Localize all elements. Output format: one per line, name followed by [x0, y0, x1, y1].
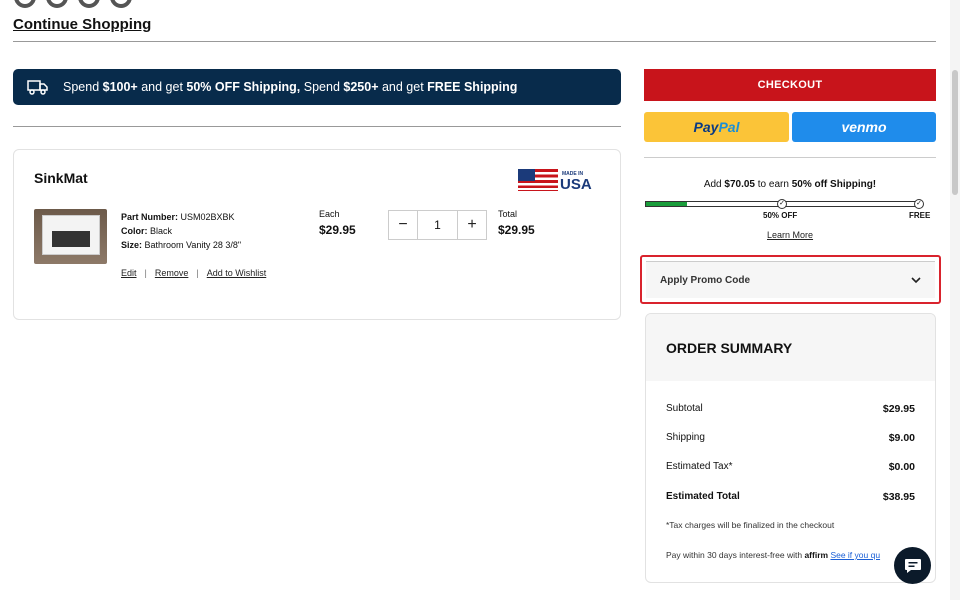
promo-code-toggle[interactable]: Apply Promo Code: [646, 261, 935, 298]
progress-label-free: FREE: [909, 211, 931, 220]
shipping-promo-banner: Spend $100+ and get 50% OFF Shipping, Sp…: [13, 69, 621, 105]
checkout-button[interactable]: CHECKOUT: [644, 69, 936, 101]
unit-price: Each $29.95: [319, 209, 356, 237]
item-title: SinkMat: [34, 170, 88, 186]
summary-row-subtotal: Subtotal $29.95: [666, 403, 915, 415]
chevron-down-icon: [911, 276, 921, 283]
scrollbar[interactable]: [950, 0, 960, 600]
header-icons-partial: [14, 0, 132, 8]
affirm-message: Pay within 30 days interest-free with af…: [666, 550, 881, 560]
decrease-quantity-button[interactable]: −: [389, 216, 417, 234]
summary-row-total: Estimated Total $38.95: [666, 491, 915, 503]
item-actions: Edit | Remove | Add to Wishlist: [121, 268, 267, 278]
order-summary-title: ORDER SUMMARY: [646, 314, 935, 381]
progress-label-half: 50% OFF: [763, 211, 798, 220]
edit-link[interactable]: Edit: [121, 268, 137, 278]
tax-note: *Tax charges will be finalized in the ch…: [666, 520, 835, 530]
paypal-button[interactable]: Pay Pal: [644, 112, 789, 142]
affirm-logo: affirm: [804, 550, 829, 560]
summary-row-tax: Estimated Tax* $0.00: [666, 461, 915, 473]
learn-more-link[interactable]: Learn More: [767, 230, 813, 240]
quantity-stepper: − 1 +: [388, 210, 487, 240]
chat-icon: [904, 558, 921, 573]
product-details: Part Number: USM02BXBK Color: Black Size…: [121, 212, 242, 250]
promo-code-label: Apply Promo Code: [660, 274, 751, 286]
svg-text:USA: USA: [560, 176, 592, 193]
check-icon: ✓: [777, 199, 787, 209]
continue-shopping-link[interactable]: Continue Shopping: [13, 16, 151, 33]
shipping-progress-message: Add $70.05 to earn 50% off Shipping!: [703, 179, 877, 190]
check-icon: ✓: [914, 199, 924, 209]
banner-text: Spend $100+ and get 50% OFF Shipping, Sp…: [63, 80, 518, 94]
chat-button[interactable]: [894, 547, 931, 584]
cart-item-card: SinkMat MADE IN USA Part Number: USM02BX…: [13, 149, 621, 320]
divider: [13, 126, 621, 127]
summary-row-shipping: Shipping $9.00: [666, 432, 915, 444]
promo-code-section: Apply Promo Code: [640, 255, 941, 304]
order-summary: ORDER SUMMARY Subtotal $29.95 Shipping $9.…: [645, 313, 936, 583]
add-to-wishlist-link[interactable]: Add to Wishlist: [207, 268, 267, 278]
truck-icon: [27, 80, 48, 95]
affirm-prequalify-link[interactable]: See if you qu: [830, 550, 880, 560]
divider: [13, 41, 936, 42]
line-total: Total $29.95: [498, 209, 535, 237]
usa-flag-icon: MADE IN USA: [518, 169, 592, 193]
venmo-button[interactable]: venmo: [792, 112, 936, 142]
divider: [644, 157, 936, 158]
quantity-input[interactable]: 1: [417, 211, 458, 239]
increase-quantity-button[interactable]: +: [458, 216, 486, 234]
remove-link[interactable]: Remove: [155, 268, 189, 278]
product-image[interactable]: [34, 209, 107, 264]
